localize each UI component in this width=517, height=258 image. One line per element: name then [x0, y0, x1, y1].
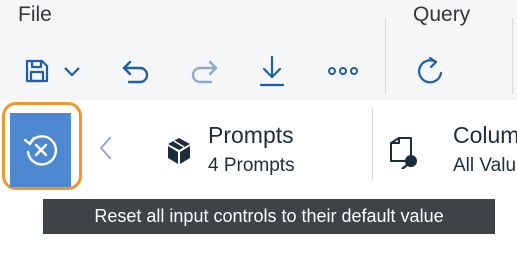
toolbar-divider	[512, 18, 513, 94]
reset-input-controls-button[interactable]	[10, 113, 71, 187]
prompts-title[interactable]: Prompts	[208, 122, 294, 149]
redo-icon[interactable]	[188, 56, 220, 88]
columns-title[interactable]: Colum	[453, 122, 517, 149]
refresh-icon[interactable]	[414, 54, 446, 88]
prompts-cube-icon	[164, 136, 194, 166]
tooltip-text: Reset all input controls to their defaul…	[94, 206, 444, 226]
document-pin-icon	[386, 134, 420, 170]
tooltip: Reset all input controls to their defaul…	[43, 199, 495, 234]
undo-icon[interactable]	[120, 56, 152, 88]
prompts-count: 4 Prompts	[208, 155, 295, 176]
more-icon[interactable]	[326, 62, 360, 80]
chevron-down-icon[interactable]	[62, 62, 82, 82]
prompts-divider	[372, 108, 373, 180]
columns-subtitle: All Valu	[453, 155, 517, 176]
save-icon[interactable]	[22, 56, 52, 86]
query-group-label: Query	[413, 3, 471, 26]
file-group-label: File	[18, 3, 52, 26]
reset-icon	[23, 135, 57, 166]
toolbar-divider	[385, 18, 386, 94]
download-icon[interactable]	[256, 54, 288, 88]
chevron-left-icon[interactable]	[98, 134, 114, 167]
